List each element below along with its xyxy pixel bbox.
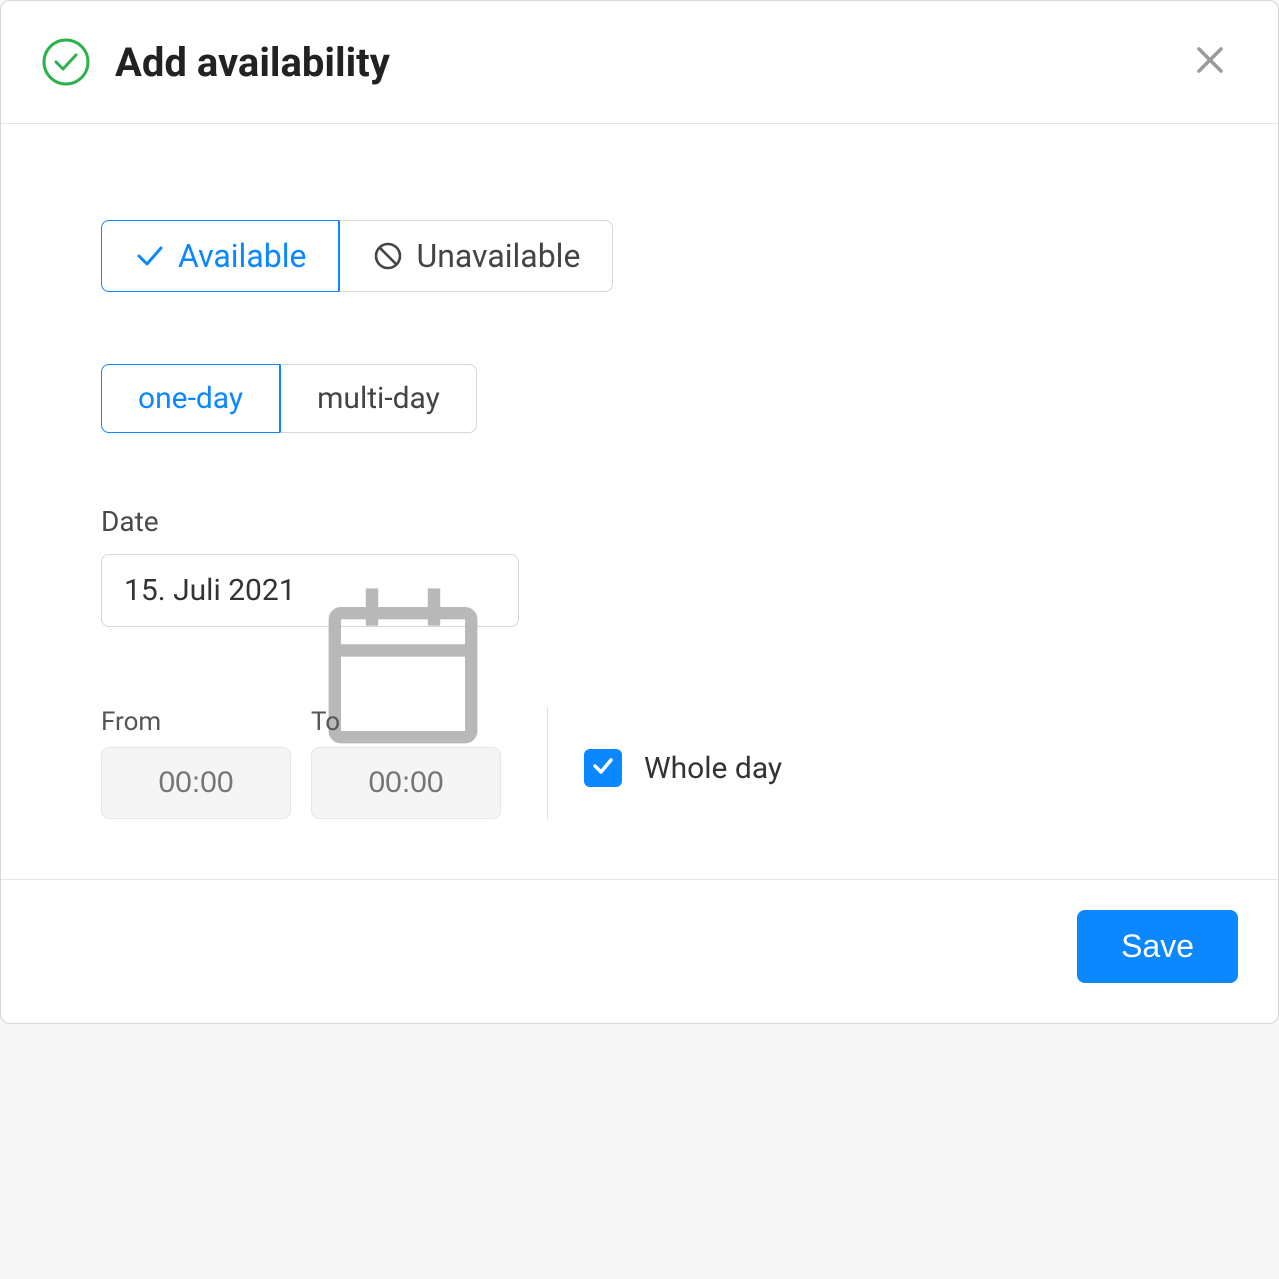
calendar-icon	[310, 576, 496, 606]
to-input[interactable]	[311, 747, 501, 819]
date-section: Date 15. Juli 2021	[101, 505, 1178, 627]
date-label: Date	[101, 505, 1178, 538]
whole-day-label: Whole day	[644, 751, 782, 786]
whole-day-option: Whole day	[584, 739, 782, 787]
time-fields: From To	[101, 707, 501, 819]
dialog-title: Add availability	[115, 39, 1186, 86]
from-input[interactable]	[101, 747, 291, 819]
checkbox-check-icon	[591, 754, 615, 782]
time-row: From To Whole day	[101, 707, 1178, 819]
whole-day-checkbox[interactable]	[584, 749, 622, 787]
duration-toggle-group: one-day multi-day	[101, 364, 477, 433]
unavailable-label: Unavailable	[416, 237, 580, 275]
available-label: Available	[178, 237, 306, 275]
close-icon	[1195, 45, 1225, 79]
dialog-body: Available Unavailable one-day multi-day	[1, 124, 1278, 879]
dialog-header: Add availability	[1, 1, 1278, 124]
close-button[interactable]	[1186, 38, 1234, 86]
unavailable-toggle[interactable]: Unavailable	[339, 220, 613, 292]
availability-toggle-group: Available Unavailable	[101, 220, 613, 292]
available-toggle[interactable]: Available	[101, 220, 339, 292]
dialog-footer: Save	[1, 879, 1278, 1023]
to-label: To	[311, 707, 501, 737]
from-column: From	[101, 707, 291, 819]
date-input[interactable]: 15. Juli 2021	[101, 554, 519, 627]
check-icon	[134, 240, 166, 272]
multi-day-toggle[interactable]: multi-day	[280, 364, 477, 433]
multi-day-label: multi-day	[317, 381, 440, 416]
from-label: From	[101, 707, 291, 737]
check-circle-icon	[41, 37, 91, 87]
date-value: 15. Juli 2021	[124, 573, 310, 608]
one-day-toggle[interactable]: one-day	[101, 364, 280, 433]
add-availability-dialog: Add availability Available	[0, 0, 1279, 1024]
vertical-divider	[547, 707, 548, 819]
save-button[interactable]: Save	[1077, 910, 1238, 983]
prohibited-icon	[372, 240, 404, 272]
to-column: To	[311, 707, 501, 819]
one-day-label: one-day	[138, 381, 243, 416]
